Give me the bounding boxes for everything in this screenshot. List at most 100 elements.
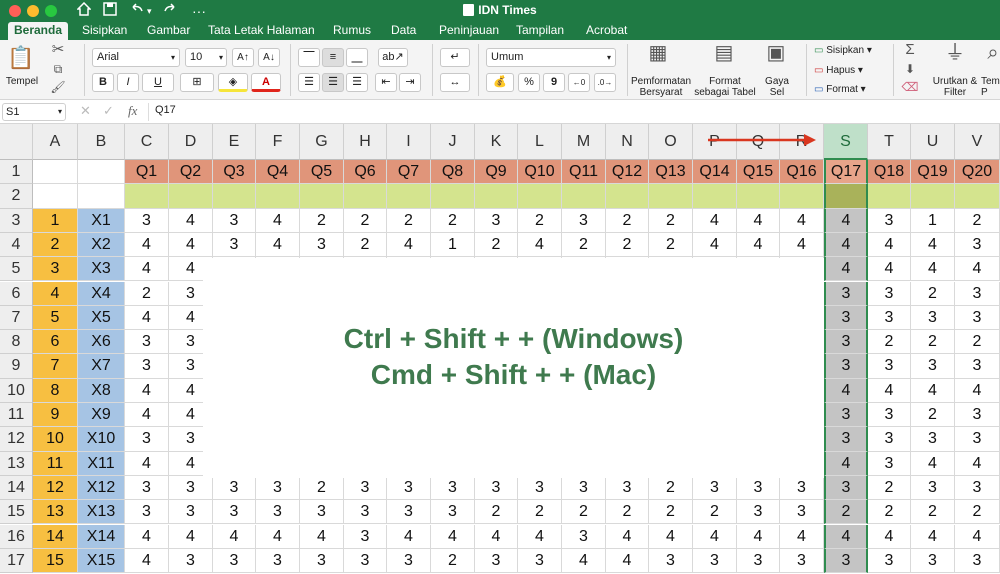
- cell-l3[interactable]: 2: [518, 208, 562, 233]
- row-header[interactable]: 11: [0, 403, 33, 428]
- col-header-s[interactable]: S: [824, 124, 868, 160]
- cell-c12[interactable]: 3: [125, 427, 169, 452]
- cell-j16[interactable]: 4: [431, 524, 475, 549]
- cell-l17[interactable]: 3: [518, 548, 562, 574]
- cell-i14[interactable]: 3: [387, 475, 431, 501]
- cell-i17[interactable]: 3: [387, 548, 431, 574]
- cell-t3[interactable]: 3: [868, 208, 911, 233]
- cell-v13[interactable]: 4: [955, 451, 1000, 476]
- cell-g15[interactable]: 3: [300, 500, 344, 525]
- cell-b15[interactable]: X13: [78, 500, 125, 525]
- bold-button[interactable]: B: [92, 73, 114, 92]
- cell-a7[interactable]: 5: [33, 305, 78, 331]
- cell-h15[interactable]: 3: [344, 500, 387, 525]
- cell-styles-icon[interactable]: ▣: [762, 43, 790, 63]
- cell-r2[interactable]: [780, 184, 824, 209]
- cell-l4[interactable]: 4: [518, 232, 562, 258]
- copy-icon[interactable]: ⧉: [48, 60, 68, 78]
- align-center-button[interactable]: ☰: [322, 73, 344, 92]
- cell-u17[interactable]: 3: [911, 548, 955, 574]
- number-format-select[interactable]: Umum ▾: [486, 48, 616, 67]
- cell-u5[interactable]: 4: [911, 257, 955, 282]
- cell-r16[interactable]: 4: [780, 524, 824, 549]
- cell-d2[interactable]: [169, 184, 213, 209]
- cell-v5[interactable]: 4: [955, 257, 1000, 282]
- cell-j3[interactable]: 2: [431, 208, 475, 233]
- cell-k14[interactable]: 3: [475, 475, 518, 501]
- cell-f3[interactable]: 4: [256, 208, 300, 233]
- decrease-decimal-button[interactable]: .0→: [594, 73, 616, 92]
- row-header[interactable]: 6: [0, 281, 33, 306]
- cell-s17[interactable]: 3: [824, 548, 868, 574]
- cell-p4[interactable]: 4: [693, 232, 737, 258]
- cell-e17[interactable]: 3: [213, 548, 256, 574]
- cell-m4[interactable]: 2: [562, 232, 606, 258]
- cell-e14[interactable]: 3: [213, 475, 256, 501]
- cell-u10[interactable]: 4: [911, 378, 955, 403]
- cell-m3[interactable]: 3: [562, 208, 606, 233]
- cell-t11[interactable]: 3: [868, 403, 911, 428]
- cell-t2[interactable]: [868, 184, 911, 209]
- col-header-c[interactable]: C: [125, 124, 169, 160]
- col-header-u[interactable]: U: [911, 124, 955, 160]
- cell-c11[interactable]: 4: [125, 403, 169, 428]
- cell-o4[interactable]: 2: [649, 232, 693, 258]
- cell-j17[interactable]: 2: [431, 548, 475, 574]
- cell-u8[interactable]: 2: [911, 330, 955, 355]
- cell-l14[interactable]: 3: [518, 475, 562, 501]
- cell-m2[interactable]: [562, 184, 606, 209]
- cell-q16[interactable]: 4: [737, 524, 780, 549]
- align-top-button[interactable]: ⎺: [298, 48, 320, 67]
- cell-c14[interactable]: 3: [125, 475, 169, 501]
- cell-r17[interactable]: 3: [780, 548, 824, 574]
- format-cells-button[interactable]: ▭ Format ▾: [814, 84, 886, 95]
- cell-k17[interactable]: 3: [475, 548, 518, 574]
- cell-a16[interactable]: 14: [33, 524, 78, 549]
- cell-u1[interactable]: Q19: [911, 160, 955, 185]
- percent-button[interactable]: %: [518, 73, 540, 92]
- col-header-d[interactable]: D: [169, 124, 213, 160]
- cell-k3[interactable]: 3: [475, 208, 518, 233]
- cell-o17[interactable]: 3: [649, 548, 693, 574]
- italic-button[interactable]: I: [117, 73, 139, 92]
- cell-c4[interactable]: 4: [125, 232, 169, 258]
- cell-n15[interactable]: 2: [606, 500, 649, 525]
- cell-v15[interactable]: 2: [955, 500, 1000, 525]
- cell-c10[interactable]: 4: [125, 378, 169, 403]
- cell-v2[interactable]: [955, 184, 1000, 209]
- cell-g2[interactable]: [300, 184, 344, 209]
- cell-f2[interactable]: [256, 184, 300, 209]
- cell-k1[interactable]: Q9: [475, 160, 518, 185]
- cell-c1[interactable]: Q1: [125, 160, 169, 185]
- row-header[interactable]: 14: [0, 475, 33, 501]
- cell-c6[interactable]: 2: [125, 281, 169, 306]
- cell-n16[interactable]: 4: [606, 524, 649, 549]
- cell-m14[interactable]: 3: [562, 475, 606, 501]
- cell-d4[interactable]: 4: [169, 232, 213, 258]
- cell-b16[interactable]: X14: [78, 524, 125, 549]
- cell-b6[interactable]: X4: [78, 281, 125, 306]
- align-bottom-button[interactable]: ⎽: [346, 48, 368, 67]
- tab-data[interactable]: Data: [385, 22, 422, 40]
- cell-b11[interactable]: X9: [78, 403, 125, 428]
- cell-u14[interactable]: 3: [911, 475, 955, 501]
- cell-b10[interactable]: X8: [78, 378, 125, 403]
- cell-i16[interactable]: 4: [387, 524, 431, 549]
- align-middle-button[interactable]: ≡: [322, 48, 344, 67]
- cell-g14[interactable]: 2: [300, 475, 344, 501]
- cell-m1[interactable]: Q11: [562, 160, 606, 185]
- cell-o16[interactable]: 4: [649, 524, 693, 549]
- cell-g17[interactable]: 3: [300, 548, 344, 574]
- cell-i15[interactable]: 3: [387, 500, 431, 525]
- cell-k4[interactable]: 2: [475, 232, 518, 258]
- cell-u3[interactable]: 1: [911, 208, 955, 233]
- cell-t5[interactable]: 4: [868, 257, 911, 282]
- cell-i2[interactable]: [387, 184, 431, 209]
- cell-u7[interactable]: 3: [911, 305, 955, 331]
- cell-c7[interactable]: 4: [125, 305, 169, 331]
- cell-c9[interactable]: 3: [125, 354, 169, 379]
- cell-d1[interactable]: Q2: [169, 160, 213, 185]
- cell-p14[interactable]: 3: [693, 475, 737, 501]
- cell-u2[interactable]: [911, 184, 955, 209]
- delete-cells-button[interactable]: ▭ Hapus ▾: [814, 65, 886, 76]
